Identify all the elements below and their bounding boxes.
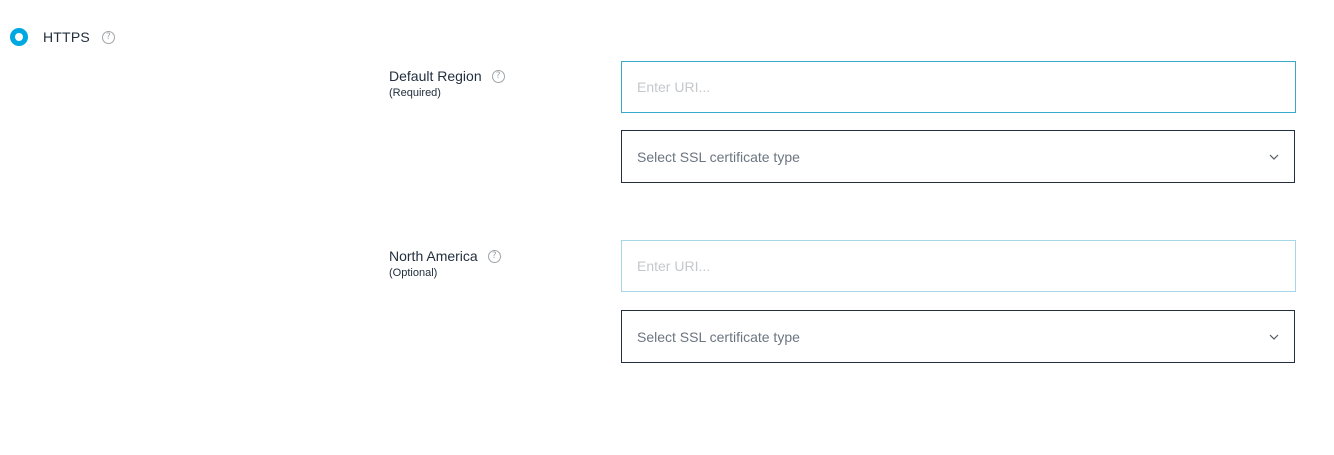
default-region-label: Default Region ? (Required) — [389, 67, 505, 99]
chevron-down-icon — [1268, 331, 1280, 343]
north-america-requirement: (Optional) — [389, 267, 438, 279]
north-america-ssl-select-text: Select SSL certificate type — [637, 328, 800, 345]
default-region-help-icon[interactable]: ? — [491, 69, 505, 83]
default-region-ssl-select[interactable]: Select SSL certificate type — [621, 130, 1295, 183]
https-radio-button[interactable] — [10, 28, 28, 46]
https-label: HTTPS — [43, 29, 90, 45]
north-america-label: North America ? (Optional) — [389, 247, 501, 279]
north-america-help-icon[interactable]: ? — [487, 249, 501, 263]
default-region-uri-input[interactable] — [621, 61, 1296, 113]
https-option[interactable]: HTTPS ? — [10, 27, 115, 47]
default-region-ssl-select-text: Select SSL certificate type — [637, 148, 800, 165]
chevron-down-icon — [1268, 151, 1280, 163]
endpoint-settings: HTTPS ? Default Region ? (Required) Sele… — [0, 0, 1334, 455]
default-region-requirement: (Required) — [389, 87, 441, 99]
https-help-icon[interactable]: ? — [101, 30, 115, 44]
north-america-name: North America — [389, 248, 478, 264]
north-america-ssl-select[interactable]: Select SSL certificate type — [621, 310, 1295, 363]
default-region-name-row: Default Region ? — [389, 67, 505, 85]
north-america-uri-input[interactable] — [621, 240, 1296, 292]
north-america-name-row: North America ? — [389, 247, 501, 265]
default-region-name: Default Region — [389, 68, 482, 84]
